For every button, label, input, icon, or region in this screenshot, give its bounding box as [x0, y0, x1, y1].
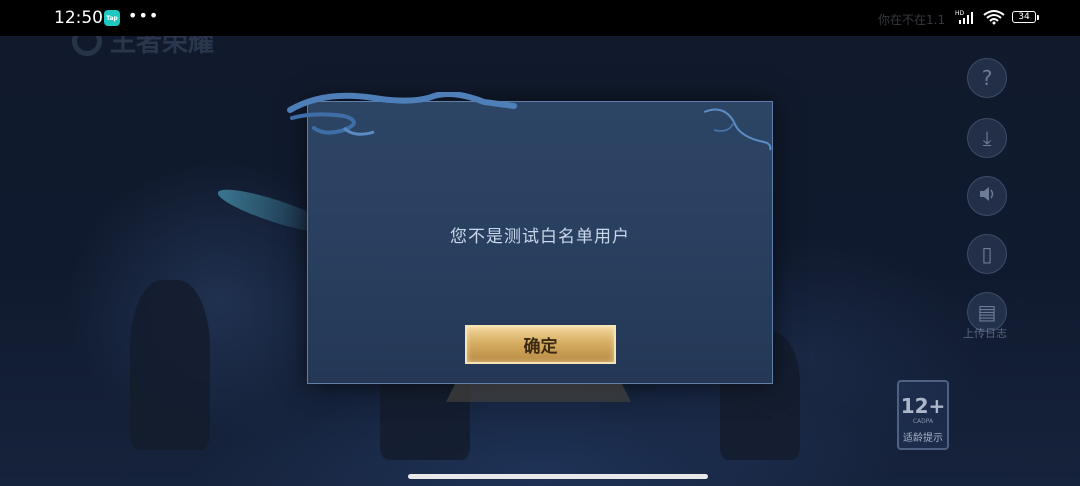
wifi-icon — [982, 9, 1006, 29]
signal-icon: HD — [955, 9, 977, 29]
upload-log-label: 上传日志 — [963, 327, 1007, 340]
tap-app-icon: Tap — [104, 10, 120, 26]
network-label: HD — [955, 10, 965, 17]
alert-dialog: 您不是测试白名单用户 确定 — [307, 101, 773, 384]
age-rating-badge[interactable]: 12+ CADPA 适龄提示 — [897, 380, 949, 450]
upload-log-icon: ▤ — [977, 300, 997, 324]
dialog-message: 您不是测试白名单用户 — [450, 227, 630, 247]
help-button[interactable]: ? — [967, 58, 1007, 98]
battery-level: 34 — [1018, 12, 1030, 22]
help-icon: ? — [981, 66, 993, 90]
status-time: 12:50 — [54, 8, 103, 28]
home-indicator[interactable] — [408, 474, 708, 479]
volume-button[interactable] — [967, 176, 1007, 216]
phone-icon: ▯ — [981, 242, 993, 266]
age-rating: 12+ — [900, 394, 946, 418]
confirm-button-label: 确定 — [523, 337, 558, 357]
download-button[interactable]: ⤓ — [967, 118, 1007, 158]
volume-icon — [978, 184, 996, 208]
confirm-button[interactable]: 确定 — [465, 325, 616, 364]
hero-silhouette-left — [130, 280, 210, 450]
status-bar: 12:50 Tap ••• 你在不在1.1 HD 34 — [0, 0, 1080, 36]
download-icon: ⤓ — [982, 126, 992, 150]
status-ghost-text: 你在不在1.1 — [878, 13, 946, 27]
age-rating-org: CADPA — [912, 418, 934, 425]
age-rating-tip: 适龄提示 — [903, 433, 943, 444]
account-button[interactable]: ▯ — [967, 234, 1007, 274]
more-dots-icon: ••• — [128, 6, 160, 25]
battery-icon: 34 — [1012, 11, 1039, 23]
